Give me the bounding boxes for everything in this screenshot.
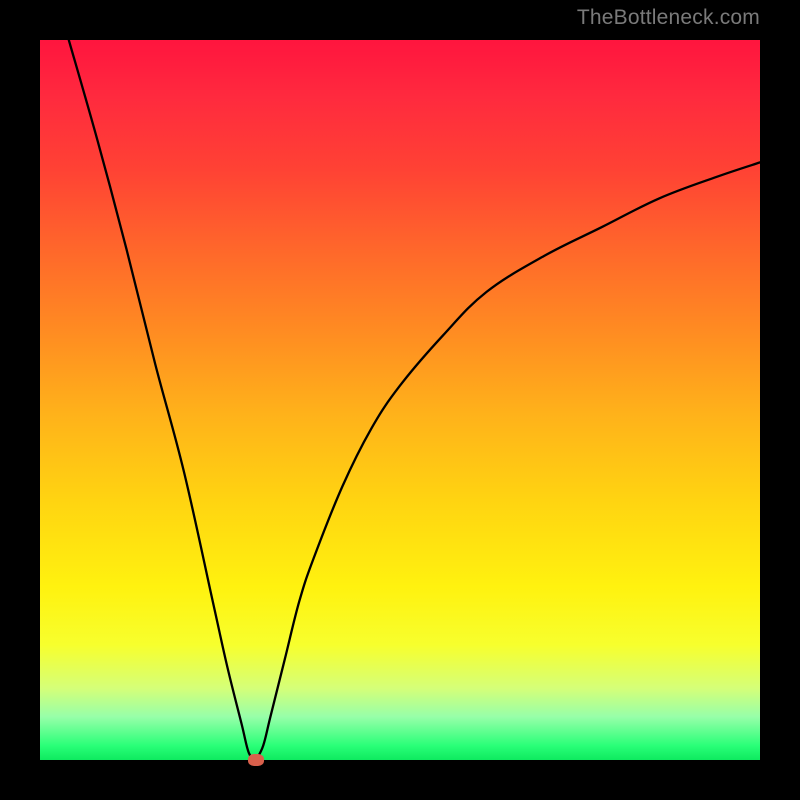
curve-left-branch (69, 40, 256, 760)
minimum-marker (248, 754, 264, 766)
curve-right-branch (256, 162, 760, 760)
chart-frame: TheBottleneck.com (0, 0, 800, 800)
curve-svg (40, 40, 760, 760)
watermark-text: TheBottleneck.com (577, 6, 760, 30)
plot-area (40, 40, 760, 760)
